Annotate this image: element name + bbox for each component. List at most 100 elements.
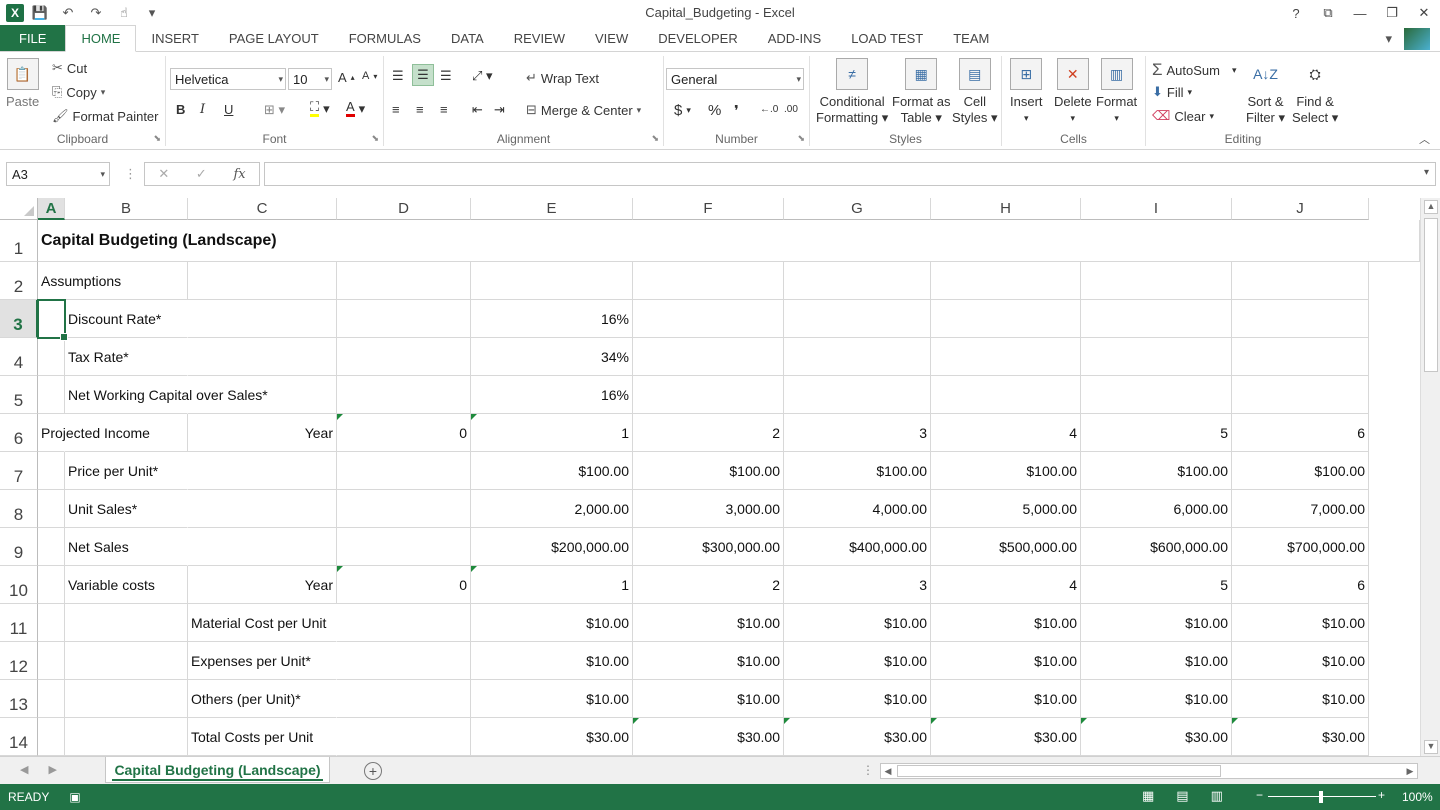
worksheet-grid[interactable]: A B C D E F G H I J 1 Capital Budgeting (Landscape)… (0, 198, 1420, 756)
cell-e8[interactable]: 2,000.00 (471, 490, 633, 528)
cell-c12[interactable]: Expenses per Unit* (188, 642, 337, 680)
add-sheet-icon[interactable]: + (364, 762, 382, 780)
cell-c5[interactable] (188, 376, 337, 414)
save-icon[interactable]: 💾 (28, 2, 52, 24)
cell-f3[interactable] (633, 300, 784, 338)
cell-b10[interactable]: Variable costs (65, 566, 188, 604)
cell-g8[interactable]: 4,000.00 (784, 490, 931, 528)
decrease-font-icon[interactable]: A ▾ (362, 70, 377, 82)
cancel-icon[interactable]: ✕ (158, 166, 169, 182)
error-indicator-icon[interactable] (471, 566, 477, 572)
cell-c11[interactable]: Material Cost per Unit (188, 604, 337, 642)
cell-g2[interactable] (784, 262, 931, 300)
tab-review[interactable]: REVIEW (499, 25, 580, 51)
cell-f8[interactable]: 3,000.00 (633, 490, 784, 528)
cell-c10[interactable]: Year (188, 566, 337, 604)
increase-indent-icon[interactable]: ⇥ (494, 102, 505, 118)
minimize-button[interactable]: — (1344, 0, 1376, 26)
cell-e10[interactable]: 1 (471, 566, 633, 604)
cell-b8[interactable]: Unit Sales* (65, 490, 188, 528)
cell-j4[interactable] (1232, 338, 1369, 376)
cell-i7[interactable]: $100.00 (1081, 452, 1232, 490)
fill-button[interactable]: ⬇ Fill ▾ (1152, 84, 1192, 100)
cell-j10[interactable]: 6 (1232, 566, 1369, 604)
cell-j9[interactable]: $700,000.00 (1232, 528, 1369, 566)
clear-button[interactable]: ⌫ Clear ▾ (1152, 108, 1214, 124)
error-indicator-icon[interactable] (1081, 718, 1087, 724)
cell-e6[interactable]: 1 (471, 414, 633, 452)
name-box[interactable]: A3 ▾ (6, 162, 110, 186)
cell-i4[interactable] (1081, 338, 1232, 376)
cell-c13[interactable]: Others (per Unit)* (188, 680, 337, 718)
insert-cells-button[interactable]: ⊞ Insert ▾ (1010, 58, 1043, 126)
error-indicator-icon[interactable] (784, 718, 790, 724)
ribbon-display-options-icon[interactable]: ⧉ (1312, 0, 1344, 26)
cell-a9[interactable] (38, 528, 65, 566)
delete-cells-button[interactable]: ✕ Delete ▾ (1054, 58, 1092, 126)
currency-button[interactable]: $ ▾ (674, 102, 691, 119)
cell-h5[interactable] (931, 376, 1081, 414)
cell-h4[interactable] (931, 338, 1081, 376)
zoom-out-button[interactable]: − (1256, 788, 1263, 802)
cell-d12[interactable] (337, 642, 471, 680)
scroll-up-icon[interactable]: ▲ (1424, 200, 1438, 214)
format-cells-button[interactable]: ▥ Format ▾ (1096, 58, 1137, 126)
column-header-e[interactable]: E (471, 198, 633, 220)
cell-d2[interactable] (337, 262, 471, 300)
cell-f7[interactable]: $100.00 (633, 452, 784, 490)
cell-g13[interactable]: $10.00 (784, 680, 931, 718)
top-align-icon[interactable]: ☰ (392, 68, 404, 84)
prev-sheet-icon[interactable]: ◀ (20, 763, 28, 776)
find-select-button[interactable]: ⛭ Find & Select ▾ (1292, 58, 1338, 126)
cell-i5[interactable] (1081, 376, 1232, 414)
orientation-icon[interactable]: ⤢ ▾ (472, 68, 493, 84)
cell-b13[interactable] (65, 680, 188, 718)
cell-b12[interactable] (65, 642, 188, 680)
row-header-12[interactable]: 12 (0, 642, 38, 680)
row-header-13[interactable]: 13 (0, 680, 38, 718)
cell-g3[interactable] (784, 300, 931, 338)
cell-a2[interactable]: Assumptions (38, 262, 121, 300)
cell-h3[interactable] (931, 300, 1081, 338)
row-header-10[interactable]: 10 (0, 566, 38, 604)
tab-team[interactable]: TEAM (938, 25, 1004, 51)
fill-color-icon[interactable]: ⛶ ▾ (310, 100, 330, 117)
increase-font-icon[interactable]: A ▴ (338, 70, 355, 85)
dialog-launcher-icon[interactable]: ⬊ (371, 133, 379, 144)
cell-i10[interactable]: 5 (1081, 566, 1232, 604)
cell-d13[interactable] (337, 680, 471, 718)
touch-mode-icon[interactable]: ☝ (112, 2, 136, 24)
cell-e4[interactable]: 34% (471, 338, 633, 376)
cell-h8[interactable]: 5,000.00 (931, 490, 1081, 528)
cell-j5[interactable] (1232, 376, 1369, 414)
tab-data[interactable]: DATA (436, 25, 499, 51)
formula-input[interactable]: ▾ (264, 162, 1436, 186)
cell-a5[interactable] (38, 376, 65, 414)
cell-e5[interactable]: 16% (471, 376, 633, 414)
merge-center-button[interactable]: ⊟ Merge & Center ▾ (526, 102, 641, 118)
tab-file[interactable]: FILE (0, 25, 66, 51)
cell-i12[interactable]: $10.00 (1081, 642, 1232, 680)
cell-a12[interactable] (38, 642, 65, 680)
cell-j14[interactable]: $30.00 (1232, 718, 1369, 756)
cell-d10[interactable]: 0 (337, 566, 471, 604)
row-header-6[interactable]: 6 (0, 414, 38, 452)
error-indicator-icon[interactable] (633, 718, 639, 724)
row-header-4[interactable]: 4 (0, 338, 38, 376)
cell-f6[interactable]: 2 (633, 414, 784, 452)
horizontal-scroll-thumb[interactable] (897, 765, 1221, 777)
column-header-c[interactable]: C (188, 198, 337, 220)
cell-b5[interactable]: Net Working Capital over Sales* (65, 376, 268, 414)
cell-a10[interactable] (38, 566, 65, 604)
cell-j7[interactable]: $100.00 (1232, 452, 1369, 490)
column-header-h[interactable]: H (931, 198, 1081, 220)
cell-e9[interactable]: $200,000.00 (471, 528, 633, 566)
cell-f9[interactable]: $300,000.00 (633, 528, 784, 566)
conditional-formatting-button[interactable]: ≠ Conditional Formatting ▾ (816, 58, 888, 126)
zoom-slider-thumb[interactable] (1319, 791, 1323, 803)
align-center-icon[interactable]: ≡ (416, 102, 424, 117)
error-indicator-icon[interactable] (337, 414, 343, 420)
dialog-launcher-icon[interactable]: ⬊ (797, 133, 805, 144)
align-left-icon[interactable]: ≡ (392, 102, 400, 117)
cell-i14[interactable]: $30.00 (1081, 718, 1232, 756)
